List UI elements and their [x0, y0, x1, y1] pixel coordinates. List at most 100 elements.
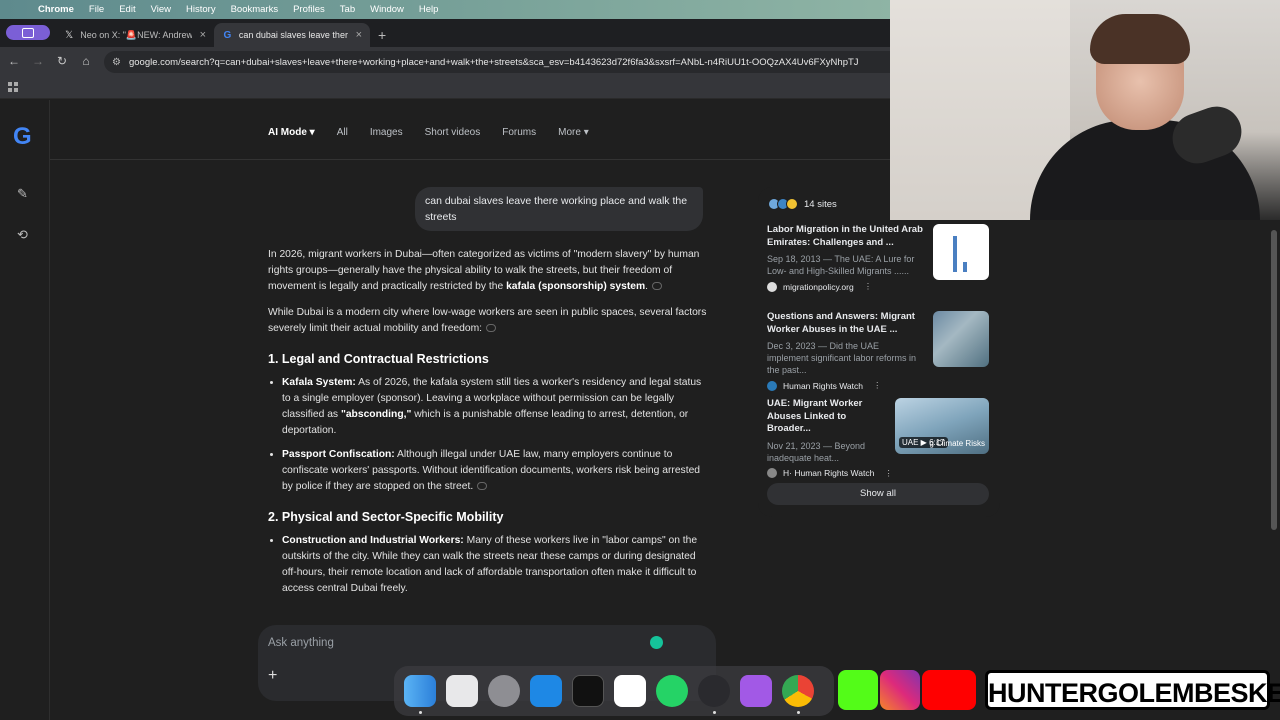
section-heading: 1. Legal and Contractual Restrictions: [268, 352, 489, 366]
menu-bookmarks[interactable]: Bookmarks: [231, 4, 279, 15]
chart-thumbnail[interactable]: [933, 224, 989, 280]
more-options-icon[interactable]: ⋮: [864, 281, 873, 292]
list-item: Construction and Industrial Workers: Man…: [282, 533, 708, 597]
xcode-icon[interactable]: [530, 675, 562, 707]
obs-icon[interactable]: [698, 675, 730, 707]
x-logo-icon: 𝕏: [65, 29, 74, 41]
menu-tab[interactable]: Tab: [340, 4, 355, 15]
list-item: Kafala System: As of 2026, the kafala sy…: [282, 375, 708, 439]
reload-icon[interactable]: ↻: [54, 54, 70, 68]
ask-input[interactable]: Ask anything: [268, 637, 334, 649]
show-all-button[interactable]: Show all: [767, 483, 989, 505]
source-title[interactable]: UAE: Migrant Worker Abuses Linked to Bro…: [767, 398, 887, 436]
source-title[interactable]: Labor Migration in the United Arab Emira…: [767, 224, 923, 249]
source-snippet: Sep 18, 2013 — The UAE: A Lure for Low- …: [767, 254, 915, 276]
source-snippet: Nov 21, 2023 — Beyond inadequate heat...: [767, 440, 866, 463]
add-plus-icon[interactable]: +: [268, 667, 277, 685]
tab-x-post[interactable]: 𝕏 Neo on X: "🚨NEW: Andrew T ×: [56, 23, 214, 47]
menu-window[interactable]: Window: [370, 4, 404, 15]
sources-panel: 14 sites Labor Migration in the United A…: [758, 187, 1000, 517]
tab-ai-mode[interactable]: AI Mode ▾: [268, 127, 315, 138]
address-url: google.com/search?q=can+dubai+slaves+lea…: [128, 56, 859, 68]
source-card[interactable]: Questions and Answers: Migrant Worker Ab…: [767, 311, 989, 391]
scrollbar[interactable]: [1268, 220, 1280, 700]
source-card[interactable]: UAE: Migrant Worker Abuses Linked to Bro…: [767, 398, 989, 479]
photo-thumbnail[interactable]: [933, 311, 989, 367]
system-settings-icon[interactable]: [488, 675, 520, 707]
answer-paragraph: While Dubai is a modern city where low-w…: [268, 307, 707, 334]
site-settings-icon[interactable]: ⚙: [112, 57, 121, 68]
source-site: H· Human Rights Watch ⋮: [767, 468, 989, 479]
address-bar[interactable]: ⚙ google.com/search?q=can+dubai+slaves+l…: [104, 51, 890, 73]
kick-logo-icon: [838, 670, 878, 710]
vscode-icon[interactable]: [614, 675, 646, 707]
source-snippet: Dec 3, 2023 — Did the UAE implement sign…: [767, 341, 917, 375]
section-heading: 2. Physical and Sector-Specific Mobility: [268, 510, 504, 524]
menu-app-chrome[interactable]: Chrome: [38, 4, 74, 15]
tab-google-search[interactable]: G can dubai slaves leave there ×: [214, 23, 370, 47]
profile-icon[interactable]: [6, 25, 50, 40]
terminal-icon[interactable]: [572, 675, 604, 707]
site-favicon-icon: [767, 281, 777, 292]
home-icon[interactable]: ⌂: [78, 54, 94, 68]
menu-history[interactable]: History: [186, 4, 216, 15]
more-options-icon[interactable]: ⋮: [873, 380, 882, 391]
browser-toolbar: ← → ↻ ⌂ ⚙ google.com/search?q=can+dubai+…: [0, 47, 890, 77]
forward-arrow-icon[interactable]: →: [30, 54, 46, 68]
source-card[interactable]: Labor Migration in the United Arab Emira…: [767, 224, 989, 292]
new-tab-plus-icon[interactable]: +: [378, 27, 386, 43]
new-chat-edit-icon[interactable]: ✎: [17, 186, 28, 202]
tab-strip: 𝕏 Neo on X: "🚨NEW: Andrew T × G can duba…: [0, 19, 890, 47]
site-favicon-icon: [767, 468, 777, 478]
sources-header[interactable]: 14 sites: [768, 198, 837, 210]
source-title[interactable]: Questions and Answers: Migrant Worker Ab…: [767, 311, 923, 336]
google-g-icon: G: [223, 29, 232, 41]
tab-title: can dubai slaves leave there: [238, 30, 348, 40]
finder-icon[interactable]: [404, 675, 436, 707]
tab-more[interactable]: More ▾: [558, 127, 589, 138]
bookmarks-bar: [0, 77, 890, 99]
divider: [50, 159, 890, 160]
google-logo-icon[interactable]: G: [13, 123, 32, 151]
sources-count: 14 sites: [804, 198, 837, 210]
menu-profiles[interactable]: Profiles: [293, 4, 325, 15]
link-icon[interactable]: [486, 324, 497, 333]
site-favicon-icon: [767, 380, 777, 391]
close-icon[interactable]: ×: [200, 29, 206, 41]
apps-grid-icon[interactable]: [8, 82, 18, 92]
youtube-logo-icon: [922, 670, 976, 710]
site-favicon-icon: [786, 198, 798, 210]
whatsapp-icon[interactable]: [656, 675, 688, 707]
tab-short-videos[interactable]: Short videos: [425, 127, 481, 138]
history-icon[interactable]: ⟲: [17, 227, 28, 243]
link-icon[interactable]: [652, 282, 663, 291]
instagram-logo-icon: [880, 670, 920, 710]
grammarly-icon[interactable]: [650, 636, 663, 649]
tab-images[interactable]: Images: [370, 127, 403, 138]
source-site: Human Rights Watch ⋮: [767, 380, 989, 391]
menu-view[interactable]: View: [151, 4, 171, 15]
answer-paragraph: In 2026, migrant workers in Dubai—often …: [268, 249, 700, 292]
video-thumbnail[interactable]: UAE ▶ 6:17 g Climate Risks: [895, 398, 989, 454]
search-tabs: AI Mode ▾ All Images Short videos Forums…: [268, 127, 611, 138]
tab-all[interactable]: All: [337, 127, 348, 138]
ai-answer: In 2026, migrant workers in Dubai—often …: [268, 247, 708, 605]
menu-help[interactable]: Help: [419, 4, 439, 15]
source-site: migrationpolicy.org ⋮: [767, 281, 989, 292]
menu-edit[interactable]: Edit: [119, 4, 135, 15]
tab-forums[interactable]: Forums: [502, 127, 536, 138]
tab-title: Neo on X: "🚨NEW: Andrew T: [80, 29, 192, 40]
webcam-overlay: [890, 0, 1280, 220]
chrome-icon[interactable]: [782, 675, 814, 707]
back-arrow-icon[interactable]: ←: [6, 54, 22, 68]
close-icon[interactable]: ×: [356, 29, 362, 41]
podcasts-icon[interactable]: [740, 675, 772, 707]
menu-file[interactable]: File: [89, 4, 104, 15]
channel-name-banner: HUNTERGOLEMBESKE: [985, 670, 1280, 710]
list-item: Passport Confiscation: Although illegal …: [282, 447, 708, 495]
more-options-icon[interactable]: ⋮: [884, 468, 893, 479]
launchpad-icon[interactable]: [446, 675, 478, 707]
video-caption: g Climate Risks: [929, 439, 985, 448]
link-icon[interactable]: [477, 482, 488, 491]
user-query-bubble: can dubai slaves leave there working pla…: [415, 187, 703, 231]
